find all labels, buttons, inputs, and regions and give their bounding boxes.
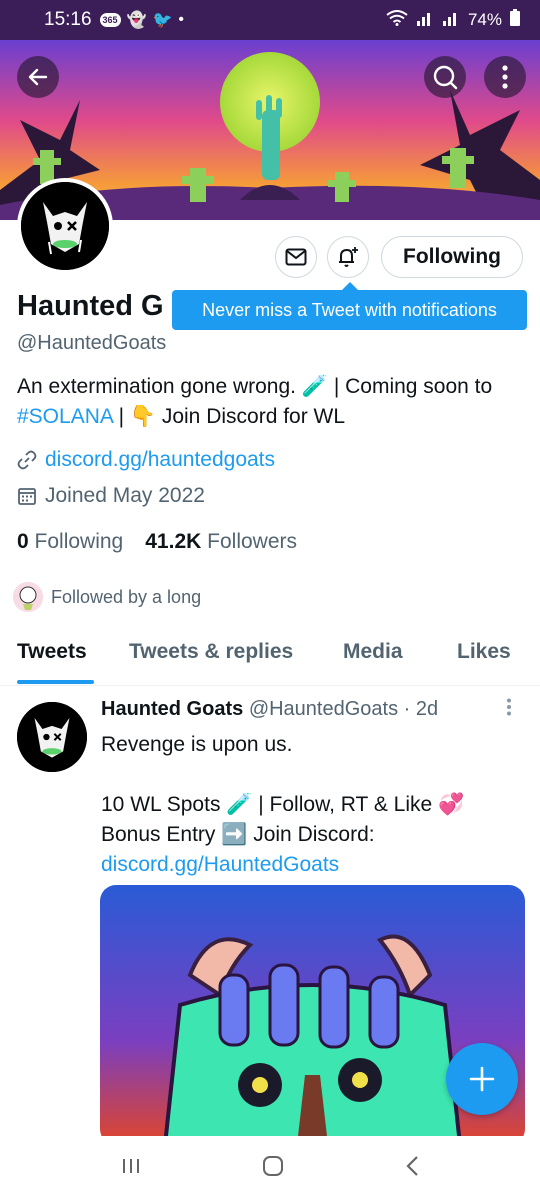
back-nav-button[interactable] bbox=[405, 1155, 419, 1182]
followed-by-row[interactable]: Followed by a long bbox=[13, 582, 201, 612]
tweet-line-2: 10 WL Spots 🧪 | Follow, RT & Like 💞 bbox=[101, 793, 465, 816]
following-button[interactable]: Following bbox=[381, 236, 523, 278]
more-vertical-icon bbox=[507, 698, 511, 716]
system-icons: 74% bbox=[386, 9, 520, 31]
tweet-text: Revenge is upon us. 10 WL Spots 🧪 | Foll… bbox=[101, 730, 521, 880]
link-icon bbox=[17, 450, 37, 470]
signal-icon-2 bbox=[442, 10, 460, 31]
followers-label: Followers bbox=[207, 530, 297, 553]
twitter-icon: 🐦 bbox=[152, 12, 173, 29]
calendar-icon bbox=[18, 488, 36, 505]
tab-tweets-replies[interactable]: Tweets & replies bbox=[129, 640, 293, 664]
tweet-link[interactable]: discord.gg/HauntedGoats bbox=[101, 850, 521, 880]
tweet-author[interactable]: Haunted Goats bbox=[101, 698, 243, 720]
recent-apps-button[interactable] bbox=[121, 1156, 141, 1181]
following-label: Following bbox=[34, 530, 124, 553]
followers-count: 41.2K bbox=[145, 530, 202, 553]
tweet-line-3: Bonus Entry ➡️ Join Discord: bbox=[101, 823, 375, 846]
search-button[interactable] bbox=[424, 56, 466, 98]
dot-icon: • bbox=[178, 11, 185, 28]
notifications-tooltip[interactable]: Never miss a Tweet with notifications bbox=[172, 282, 527, 330]
profile-display-name: Haunted G bbox=[17, 290, 164, 322]
chevron-left-icon bbox=[406, 1155, 419, 1176]
office-badge-icon: 365 bbox=[99, 13, 121, 27]
tweet-handle[interactable]: @HauntedGoats bbox=[249, 698, 398, 720]
signal-icon bbox=[416, 10, 434, 31]
follow-counts: 0 Following 41.2K Followers bbox=[17, 530, 297, 554]
recent-apps-icon bbox=[122, 1158, 139, 1173]
tooltip-arrow bbox=[342, 282, 358, 290]
followers-count-link[interactable]: 41.2K Followers bbox=[145, 530, 297, 554]
bio-text-2: | 👇 Join Discord for WL bbox=[112, 405, 346, 428]
plus-icon bbox=[469, 1066, 495, 1092]
snapchat-icon: 👻 bbox=[126, 12, 147, 29]
profile-bio: An extermination gone wrong. 🧪 | Coming … bbox=[17, 372, 527, 432]
joined-date: Joined May 2022 bbox=[45, 484, 205, 507]
status-bar: 15:16 365 👻 🐦 • 74% bbox=[0, 0, 540, 40]
follower-avatar bbox=[13, 582, 43, 612]
home-button[interactable] bbox=[262, 1155, 284, 1182]
profile-joined: Joined May 2022 bbox=[17, 484, 205, 508]
profile-avatar[interactable] bbox=[17, 178, 113, 274]
following-count-link[interactable]: 0 Following bbox=[17, 530, 123, 554]
status-time: 15:16 bbox=[44, 9, 92, 30]
message-button[interactable] bbox=[275, 236, 317, 278]
battery-label: 74% bbox=[467, 10, 502, 29]
bell-plus-icon bbox=[339, 247, 358, 267]
tweet-time: · 2d bbox=[403, 698, 439, 720]
website-link[interactable]: discord.gg/hauntedgoats bbox=[45, 448, 275, 472]
android-nav-bar bbox=[0, 1136, 540, 1200]
envelope-icon bbox=[285, 248, 307, 266]
wifi-icon bbox=[386, 9, 408, 31]
notifications-button[interactable] bbox=[327, 236, 369, 278]
back-button[interactable] bbox=[17, 56, 59, 98]
following-count: 0 bbox=[17, 530, 29, 553]
search-icon bbox=[433, 65, 458, 90]
home-icon bbox=[262, 1155, 283, 1176]
battery-icon bbox=[510, 9, 520, 31]
followed-by-text: Followed by a long bbox=[51, 586, 202, 607]
active-tab-indicator bbox=[17, 680, 94, 684]
more-vertical-icon bbox=[502, 65, 508, 89]
notification-icons: 365 👻 🐦 • bbox=[99, 10, 185, 30]
tweet-header: Haunted Goats @HauntedGoats · 2d bbox=[101, 698, 438, 721]
profile-handle: @HauntedGoats bbox=[17, 332, 167, 354]
tab-media[interactable]: Media bbox=[343, 640, 403, 664]
profile-website: discord.gg/hauntedgoats bbox=[17, 448, 275, 472]
tab-tweets[interactable]: Tweets bbox=[17, 640, 87, 664]
hashtag-link[interactable]: #SOLANA bbox=[17, 405, 113, 428]
more-options-button[interactable] bbox=[484, 56, 526, 98]
tab-likes[interactable]: Likes bbox=[457, 640, 511, 664]
tweet-line-1: Revenge is upon us. bbox=[101, 733, 293, 756]
profile-tabs: Tweets Tweets & replies Media Likes bbox=[0, 624, 540, 686]
tweet-avatar[interactable] bbox=[17, 702, 87, 772]
arrow-left-icon bbox=[28, 68, 48, 86]
bio-text-1: An extermination gone wrong. 🧪 | Coming … bbox=[17, 375, 493, 398]
tooltip-text: Never miss a Tweet with notifications bbox=[202, 299, 497, 320]
tweet-more-button[interactable] bbox=[506, 698, 512, 722]
compose-tweet-button[interactable] bbox=[446, 1043, 518, 1115]
